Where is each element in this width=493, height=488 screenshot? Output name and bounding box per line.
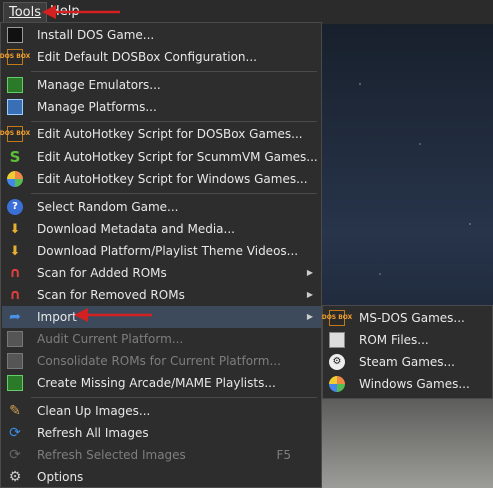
submenu-item-label: MS-DOS Games... bbox=[359, 311, 465, 325]
menu-item-ahk-windows[interactable]: Edit AutoHotkey Script for Windows Games… bbox=[2, 168, 321, 190]
menu-separator bbox=[31, 121, 317, 122]
menu-item-manage-emulators[interactable]: Manage Emulators... bbox=[2, 74, 321, 96]
terminal-icon bbox=[7, 27, 23, 43]
menu-item-label: Download Platform/Playlist Theme Videos.… bbox=[37, 244, 299, 258]
annotation-arrow-tools bbox=[42, 5, 120, 19]
audit-icon bbox=[7, 331, 23, 347]
gear-icon: ⚙ bbox=[8, 469, 22, 485]
menu-item-label: Edit AutoHotkey Script for DOSBox Games.… bbox=[37, 127, 303, 141]
refresh-icon: ⟳ bbox=[9, 425, 21, 441]
magnet-icon: ∩ bbox=[9, 265, 21, 281]
menu-item-options[interactable]: ⚙ Options bbox=[2, 466, 321, 488]
menu-item-label: Edit Default DOSBox Configuration... bbox=[37, 50, 257, 64]
menu-item-label: Import bbox=[37, 310, 77, 324]
submenu-item-steam-games[interactable]: ⚙ Steam Games... bbox=[324, 351, 492, 373]
background-artwork bbox=[320, 24, 493, 488]
menu-item-label: Consolidate ROMs for Current Platform... bbox=[37, 354, 281, 368]
submenu-item-windows-games[interactable]: Windows Games... bbox=[324, 373, 492, 395]
menu-separator bbox=[31, 397, 317, 398]
dosbox-icon: DOS BOX bbox=[0, 49, 30, 65]
dosbox-icon: DOS BOX bbox=[0, 126, 30, 142]
menu-item-label: Select Random Game... bbox=[37, 200, 179, 214]
playlist-icon bbox=[7, 375, 23, 391]
menu-separator bbox=[31, 193, 317, 194]
download-icon: ⬇ bbox=[9, 243, 21, 259]
menu-item-label: Options bbox=[37, 470, 84, 484]
menu-item-ahk-dosbox[interactable]: DOS BOX Edit AutoHotkey Script for DOSBo… bbox=[0, 123, 321, 145]
dosbox-icon: DOS BOX bbox=[322, 310, 352, 326]
steam-icon: ⚙ bbox=[329, 354, 345, 370]
menu-item-label: Clean Up Images... bbox=[37, 404, 151, 418]
menu-item-download-theme-videos[interactable]: ⬇ Download Platform/Playlist Theme Video… bbox=[2, 240, 321, 262]
shortcut-label: F5 bbox=[276, 448, 291, 462]
menu-item-scan-removed-roms[interactable]: ∩ Scan for Removed ROMs ▶ bbox=[2, 284, 321, 306]
menu-item-consolidate-roms[interactable]: Consolidate ROMs for Current Platform... bbox=[2, 350, 321, 372]
menu-item-download-metadata[interactable]: ⬇ Download Metadata and Media... bbox=[2, 218, 321, 240]
menu-item-import[interactable]: ➦ Import ▶ bbox=[2, 306, 321, 328]
menu-item-label: Manage Platforms... bbox=[37, 100, 157, 114]
windows-icon bbox=[7, 171, 23, 187]
menu-item-label: Scan for Added ROMs bbox=[37, 266, 167, 280]
question-icon: ? bbox=[7, 199, 23, 215]
magnet-icon: ∩ bbox=[9, 287, 21, 303]
submenu-item-label: ROM Files... bbox=[359, 333, 429, 347]
scummvm-icon: S bbox=[9, 147, 21, 166]
menu-item-label: Edit AutoHotkey Script for ScummVM Games… bbox=[37, 150, 318, 164]
menu-item-refresh-all-images[interactable]: ⟳ Refresh All Images bbox=[2, 422, 321, 444]
chip-icon bbox=[7, 77, 23, 93]
menu-item-install-dos-game[interactable]: Install DOS Game... bbox=[2, 24, 321, 46]
menu-item-label: Refresh Selected Images bbox=[37, 448, 186, 462]
broom-icon: ✎ bbox=[9, 403, 21, 419]
submenu-item-label: Steam Games... bbox=[359, 355, 455, 369]
menu-item-label: Manage Emulators... bbox=[37, 78, 161, 92]
menu-item-audit-platform[interactable]: Audit Current Platform... bbox=[2, 328, 321, 350]
import-icon: ➦ bbox=[9, 309, 21, 325]
menu-item-label: Edit AutoHotkey Script for Windows Games… bbox=[37, 172, 308, 186]
windows-icon bbox=[329, 376, 345, 392]
menu-item-label: Refresh All Images bbox=[37, 426, 149, 440]
menu-item-random-game[interactable]: ? Select Random Game... bbox=[2, 196, 321, 218]
menu-item-refresh-selected-images[interactable]: ⟳ Refresh Selected Images F5 bbox=[2, 444, 321, 466]
submenu-item-label: Windows Games... bbox=[359, 377, 470, 391]
menu-item-label: Download Metadata and Media... bbox=[37, 222, 235, 236]
submenu-arrow-icon: ▶ bbox=[306, 290, 313, 299]
menu-item-create-playlists[interactable]: Create Missing Arcade/MAME Playlists... bbox=[2, 372, 321, 394]
consolidate-icon bbox=[7, 353, 23, 369]
download-icon: ⬇ bbox=[9, 221, 21, 237]
menu-item-edit-dosbox-config[interactable]: DOS BOX Edit Default DOSBox Configuratio… bbox=[0, 46, 321, 68]
submenu-item-msdos-games[interactable]: DOS BOX MS-DOS Games... bbox=[322, 307, 492, 329]
submenu-item-rom-files[interactable]: ROM Files... bbox=[324, 329, 492, 351]
import-submenu: DOS BOX MS-DOS Games... ROM Files... ⚙ S… bbox=[322, 305, 493, 399]
tools-menu: Install DOS Game... DOS BOX Edit Default… bbox=[0, 22, 322, 488]
menu-item-label: Audit Current Platform... bbox=[37, 332, 184, 346]
menu-item-label: Install DOS Game... bbox=[37, 28, 155, 42]
menu-item-label: Scan for Removed ROMs bbox=[37, 288, 185, 302]
menu-item-ahk-scummvm[interactable]: S Edit AutoHotkey Script for ScummVM Gam… bbox=[2, 146, 321, 168]
menu-item-scan-added-roms[interactable]: ∩ Scan for Added ROMs ▶ bbox=[2, 262, 321, 284]
annotation-arrow-import bbox=[74, 308, 152, 322]
menu-item-label: Create Missing Arcade/MAME Playlists... bbox=[37, 376, 276, 390]
menu-item-manage-platforms[interactable]: Manage Platforms... bbox=[2, 96, 321, 118]
submenu-arrow-icon: ▶ bbox=[306, 312, 313, 321]
refresh-icon: ⟳ bbox=[9, 447, 21, 463]
monitor-icon bbox=[7, 99, 23, 115]
submenu-arrow-icon: ▶ bbox=[306, 268, 313, 277]
menu-separator bbox=[31, 71, 317, 72]
menu-item-clean-up-images[interactable]: ✎ Clean Up Images... bbox=[2, 400, 321, 422]
rom-icon bbox=[329, 332, 345, 348]
